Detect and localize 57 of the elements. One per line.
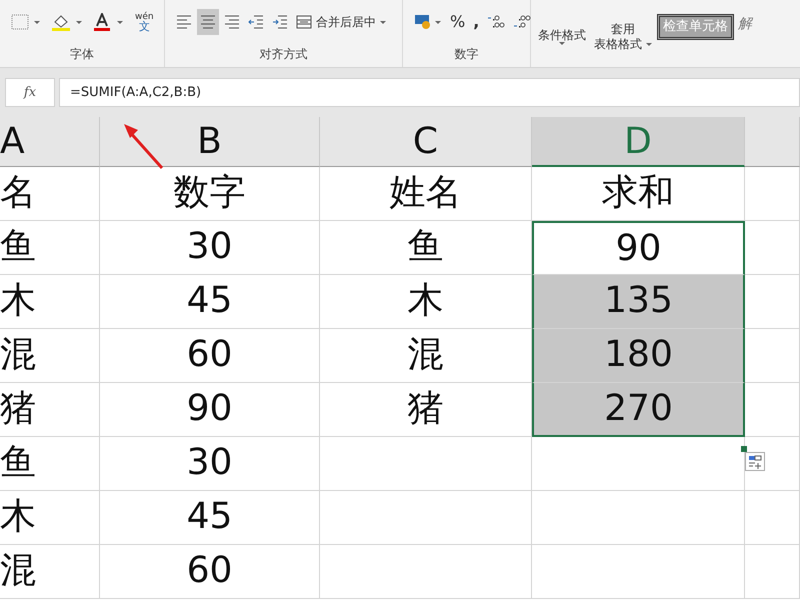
money-icon bbox=[414, 14, 442, 30]
group-label: 字体 bbox=[69, 46, 95, 63]
table-cell: 猪 bbox=[0, 383, 100, 437]
phonetic-button[interactable]: wén 文 bbox=[132, 9, 157, 35]
caret-icon bbox=[380, 20, 386, 24]
align-center-button[interactable] bbox=[197, 9, 219, 35]
table-cell: 45 bbox=[100, 275, 320, 329]
caret-icon bbox=[646, 42, 652, 46]
column-header[interactable]: A bbox=[0, 117, 100, 167]
table-cell: 混 bbox=[0, 329, 100, 383]
column-header[interactable]: D bbox=[532, 117, 745, 167]
table-cell: 姓名 bbox=[320, 167, 532, 221]
fill-handle[interactable] bbox=[741, 446, 747, 452]
caret-icon bbox=[559, 42, 565, 45]
table-cell: 270 bbox=[532, 383, 745, 437]
formula-input[interactable]: =SUMIF(A:A,C2,B:B) bbox=[59, 78, 800, 107]
comma-button[interactable]: , bbox=[470, 9, 482, 35]
decrease-indent-icon bbox=[248, 14, 264, 30]
align-center-icon bbox=[200, 14, 216, 30]
annotation-arrow-icon bbox=[122, 122, 166, 172]
increase-decimal-icon bbox=[487, 14, 506, 30]
cell-style-item[interactable]: 解 bbox=[738, 14, 752, 35]
percent-button[interactable]: % bbox=[447, 9, 468, 35]
table-cell: 90 bbox=[532, 221, 745, 275]
table-cell: 135 bbox=[532, 275, 745, 329]
table-cell: 180 bbox=[532, 329, 745, 383]
borders-icon bbox=[11, 14, 41, 30]
table-cell: 90 bbox=[100, 383, 320, 437]
conditional-format-button[interactable]: 条件格式 bbox=[535, 6, 589, 67]
quick-analysis-icon bbox=[747, 454, 763, 469]
table-cell: 木 bbox=[0, 275, 100, 329]
group-label: 对齐方式 bbox=[258, 46, 308, 63]
table-cell: 鱼 bbox=[0, 221, 100, 275]
table-cell: 木 bbox=[0, 491, 100, 545]
table-format-button[interactable]: 套用 表格格式 bbox=[591, 6, 655, 67]
insert-function-button[interactable]: fx bbox=[5, 78, 55, 107]
align-left-icon bbox=[176, 14, 192, 30]
decrease-decimal-icon bbox=[513, 14, 532, 30]
table-cell: 鱼 bbox=[0, 437, 100, 491]
align-right-icon bbox=[224, 14, 240, 30]
column-header[interactable]: C bbox=[320, 117, 532, 167]
increase-indent-icon bbox=[272, 14, 288, 30]
table-cell: 混 bbox=[0, 545, 100, 599]
table-cell: 30 bbox=[100, 437, 320, 491]
column-header[interactable]: B bbox=[100, 117, 320, 167]
merge-cells-icon bbox=[296, 15, 312, 29]
group-label: 数字 bbox=[454, 46, 480, 63]
merge-center-button[interactable]: 合并后居中 bbox=[293, 9, 389, 35]
quick-analysis-button[interactable] bbox=[745, 452, 765, 471]
table-cell: 数字 bbox=[100, 167, 320, 221]
table-cell: 60 bbox=[100, 329, 320, 383]
table-cell: 45 bbox=[100, 491, 320, 545]
paint-bucket-icon bbox=[51, 13, 83, 31]
table-cell: 30 bbox=[100, 221, 320, 275]
table-cell: 名 bbox=[0, 167, 100, 221]
font-color-icon bbox=[93, 13, 125, 31]
table-cell: 60 bbox=[100, 545, 320, 599]
